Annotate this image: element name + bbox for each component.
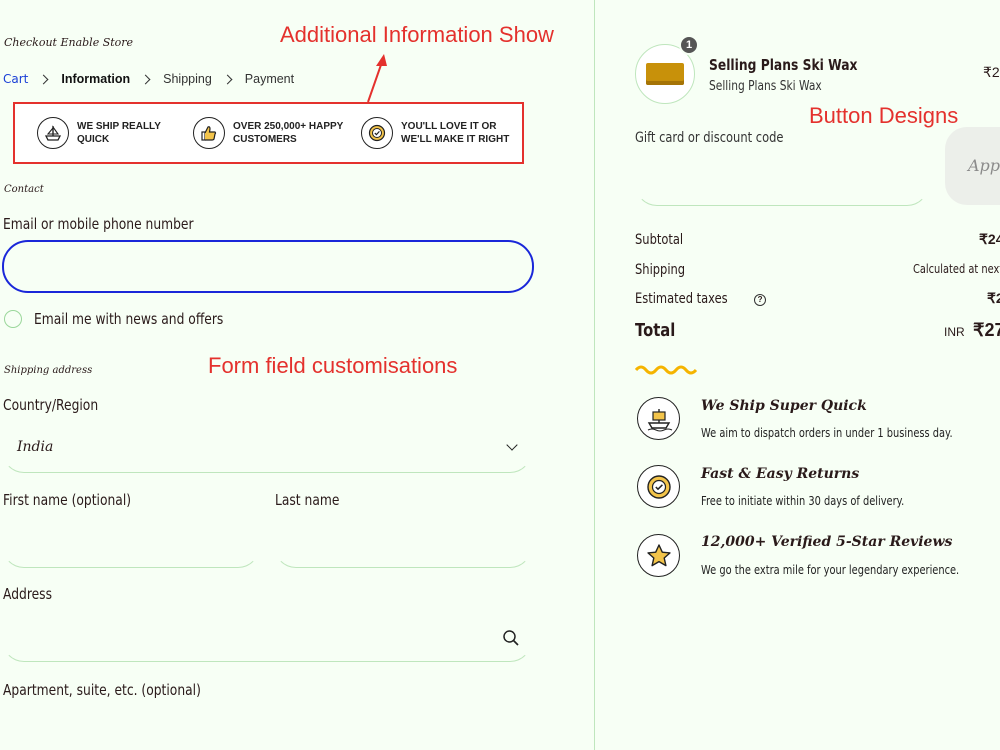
address-field[interactable] xyxy=(2,612,532,662)
newsletter-checkbox[interactable] xyxy=(4,310,22,328)
quantity-badge: 1 xyxy=(679,35,699,55)
first-name-field[interactable] xyxy=(2,518,260,568)
country-field-label: Country/Region xyxy=(3,396,99,414)
estimated-taxes-label: Estimated taxes? xyxy=(635,290,767,307)
perk-title: 12,000+ Verified 5-Star Reviews xyxy=(701,534,953,550)
total-label: Total xyxy=(635,320,676,341)
trust-badge: YOU'LL LOVE IT OR WE'LL MAKE IT RIGHT xyxy=(361,117,521,149)
perk-description: We aim to dispatch orders in under 1 bus… xyxy=(701,426,953,440)
subtotal-label: Subtotal xyxy=(635,232,684,248)
order-summary-column: 1 Selling Plans Ski Wax Selling Plans Sk… xyxy=(595,0,1000,750)
breadcrumb-shipping: Shipping xyxy=(163,72,212,86)
breadcrumb: Cart Information Shipping Payment xyxy=(3,70,294,88)
shipping-value: Calculated at next xyxy=(913,262,1000,276)
taxes-value: ₹2 xyxy=(987,290,1000,306)
thumbs-up-icon xyxy=(193,117,225,149)
chevron-right-icon xyxy=(222,74,233,84)
product-title: Selling Plans Ski Wax xyxy=(709,56,858,74)
country-select-value: India xyxy=(17,439,54,455)
squiggle-divider xyxy=(635,365,697,375)
breadcrumb-cart[interactable]: Cart xyxy=(3,72,28,86)
discount-field-label: Gift card or discount code xyxy=(635,130,784,146)
breadcrumb-payment: Payment xyxy=(244,72,295,86)
chevron-right-icon xyxy=(140,74,151,84)
product-subtitle: Selling Plans Ski Wax xyxy=(709,79,822,94)
ship-icon xyxy=(37,117,69,149)
email-field-label: Email or mobile phone number xyxy=(3,215,194,233)
subtotal-value: ₹24 xyxy=(979,231,1000,247)
last-name-field[interactable] xyxy=(274,518,532,568)
ship-icon xyxy=(637,397,680,440)
email-field[interactable] xyxy=(2,240,534,293)
address-field-label: Address xyxy=(3,585,52,603)
annotation-additional-info: Additional Information Show xyxy=(280,22,554,47)
apartment-field-label: Apartment, suite, etc. (optional) xyxy=(3,681,201,699)
trust-badge-text: YOU'LL LOVE IT OR WE'LL MAKE IT RIGHT xyxy=(401,121,510,145)
search-icon[interactable] xyxy=(502,629,520,647)
perk-title: Fast & Easy Returns xyxy=(701,466,860,482)
checkout-form-column: Checkout Enable Store Cart Information S… xyxy=(0,0,594,750)
badge-check-icon xyxy=(361,117,393,149)
last-name-field-label: Last name xyxy=(275,491,340,509)
trust-badge-text: WE SHIP REALLY QUICK xyxy=(77,121,161,145)
annotation-button-designs: Button Designs xyxy=(809,103,959,128)
contact-section-title: Contact xyxy=(4,184,44,195)
store-name: Checkout Enable Store xyxy=(4,36,134,49)
shipping-label: Shipping xyxy=(635,262,686,278)
apply-button-label: Apply xyxy=(968,156,1000,175)
chevron-right-icon xyxy=(38,74,49,84)
annotation-arrow xyxy=(367,54,387,103)
product-price: ₹24 xyxy=(983,64,1000,80)
perk-title: We Ship Super Quick xyxy=(701,398,867,414)
star-icon xyxy=(637,534,680,577)
trust-badge: WE SHIP REALLY QUICK xyxy=(37,117,177,149)
first-name-field-label: First name (optional) xyxy=(3,491,132,509)
ski-wax-image xyxy=(646,63,684,85)
trust-badges-banner: WE SHIP REALLY QUICK OVER 250,000+ HAPPY… xyxy=(13,102,524,164)
apartment-field[interactable] xyxy=(2,706,532,750)
annotation-form-fields: Form field customisations xyxy=(208,353,458,378)
perk-description: We go the extra mile for your legendary … xyxy=(701,563,960,577)
breadcrumb-information: Information xyxy=(61,72,131,86)
total-value: ₹27 xyxy=(973,320,1000,340)
trust-badge: OVER 250,000+ HAPPY CUSTOMERS xyxy=(193,117,345,149)
badge-check-icon xyxy=(637,465,680,508)
perk-description: Free to initiate within 30 days of deliv… xyxy=(701,494,905,508)
discount-code-field[interactable] xyxy=(635,150,929,206)
trust-badge-text: OVER 250,000+ HAPPY CUSTOMERS xyxy=(233,121,344,145)
currency-code: INR xyxy=(944,325,965,339)
newsletter-label: Email me with news and offers xyxy=(34,310,224,328)
shipping-address-section-title: Shipping address xyxy=(4,365,93,376)
country-select[interactable] xyxy=(2,423,532,473)
info-icon[interactable]: ? xyxy=(754,294,767,306)
